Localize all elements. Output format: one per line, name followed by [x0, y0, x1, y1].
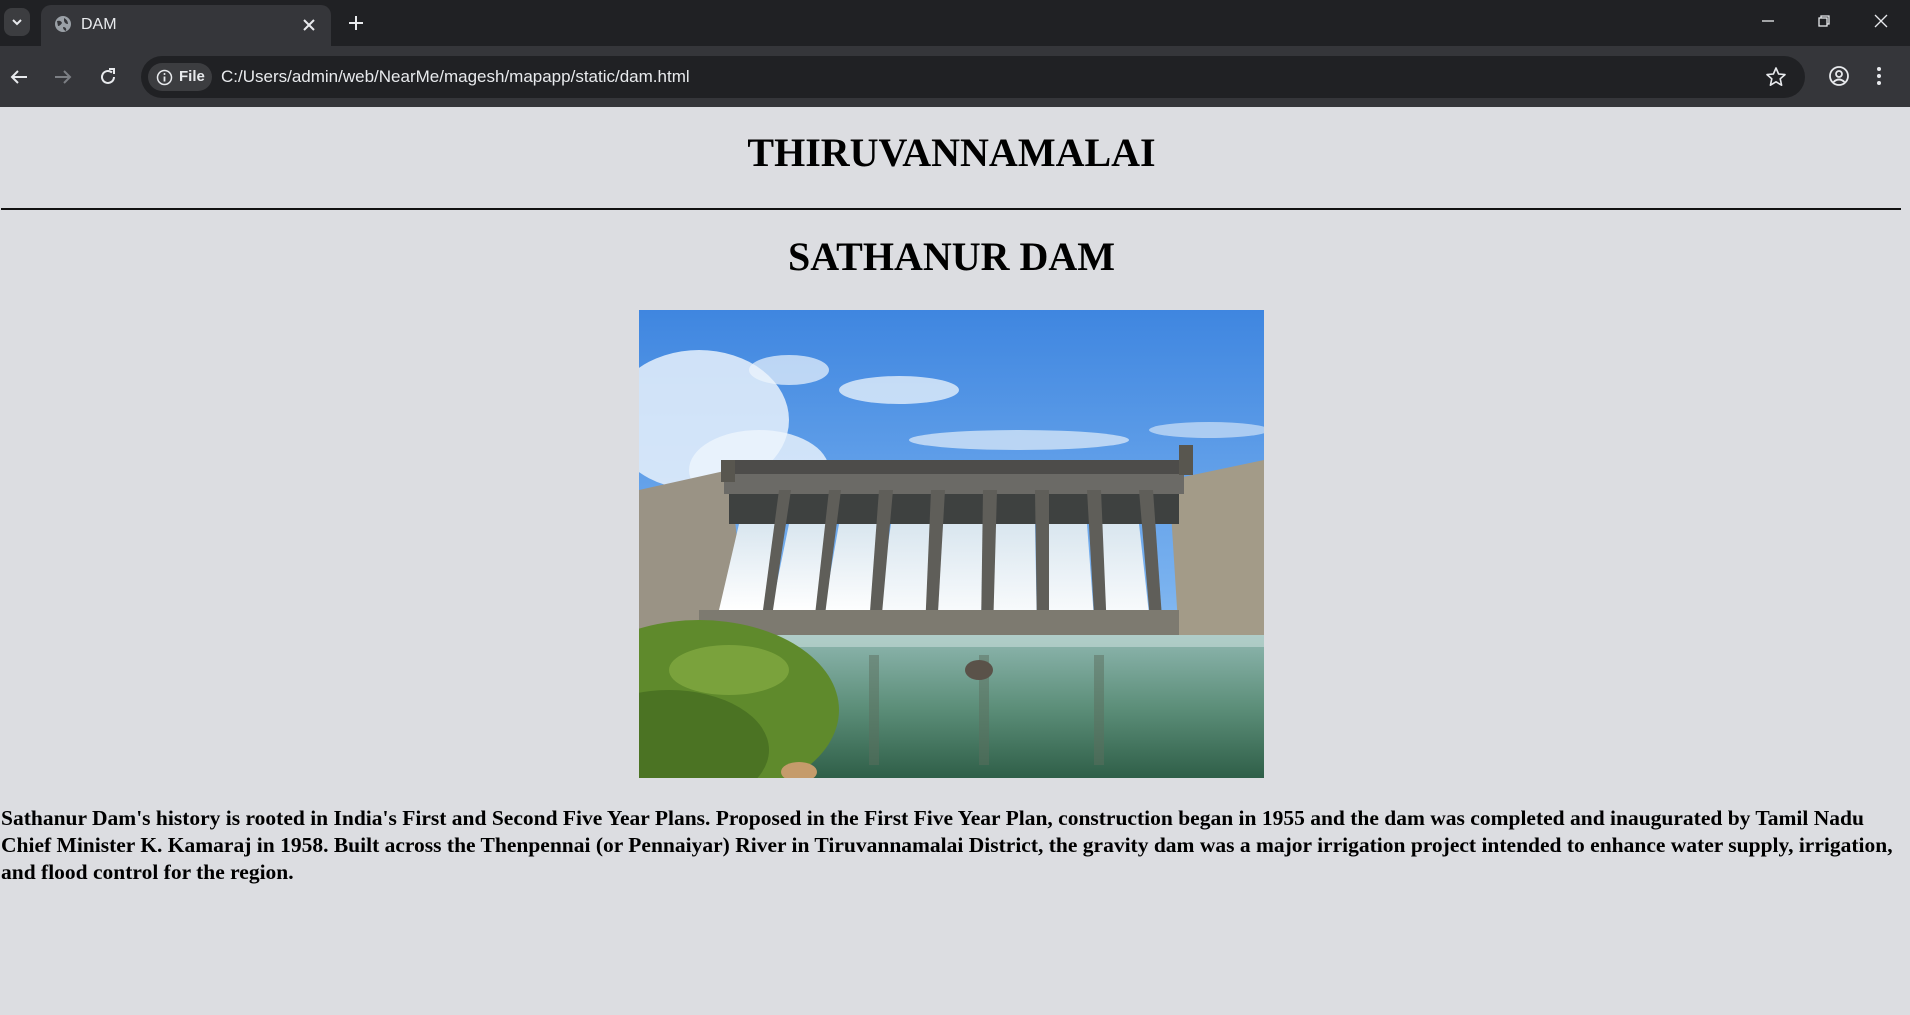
star-icon[interactable] [1765, 66, 1787, 88]
url-text[interactable]: C:/Users/admin/web/NearMe/magesh/mapapp/… [221, 67, 690, 87]
back-icon[interactable] [8, 66, 30, 88]
dam-photo [639, 310, 1264, 778]
site-info-label: File [179, 68, 205, 85]
page-content: THIRUVANNAMALAI SATHANUR DAM Sathanur Da… [0, 107, 1910, 1015]
profile-icon[interactable] [1828, 65, 1850, 87]
forward-icon[interactable] [52, 66, 74, 88]
active-tab[interactable]: DAM [41, 5, 331, 46]
info-icon [156, 69, 173, 86]
address-bar[interactable]: File C:/Users/admin/web/NearMe/magesh/ma… [141, 56, 1805, 98]
tab-title: DAM [81, 16, 117, 33]
plus-icon[interactable] [346, 13, 366, 33]
globe-icon [55, 16, 71, 32]
page-title: THIRUVANNAMALAI [747, 130, 1156, 175]
browser-toolbar: File C:/Users/admin/web/NearMe/magesh/ma… [0, 46, 1910, 107]
site-info-chip[interactable]: File [148, 63, 212, 91]
reload-icon[interactable] [97, 66, 119, 88]
minimize-icon[interactable] [1760, 13, 1776, 29]
dam-title: SATHANUR DAM [787, 234, 1116, 279]
tab-search-button[interactable] [4, 8, 30, 36]
menu-icon[interactable] [1876, 65, 1882, 87]
restore-icon[interactable] [1816, 13, 1832, 29]
divider [1, 208, 1901, 210]
tab-search-icon [12, 19, 22, 26]
close-icon[interactable] [299, 15, 319, 35]
tab-strip: DAM [0, 0, 1910, 46]
window-close-icon[interactable] [1873, 13, 1889, 29]
dam-description: Sathanur Dam's history is rooted in Indi… [1, 806, 1893, 884]
